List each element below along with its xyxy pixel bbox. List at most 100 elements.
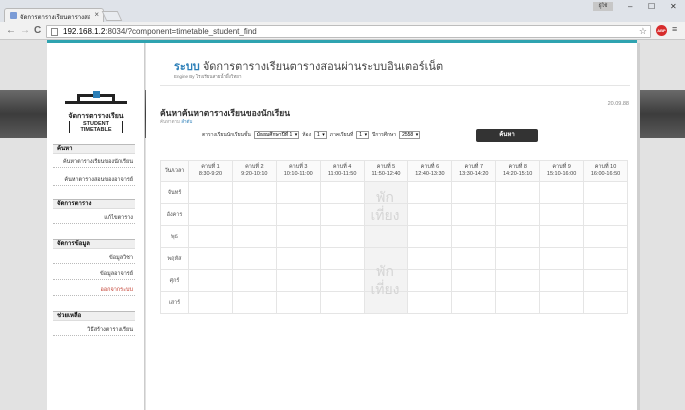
- timetable-cell: [363, 225, 409, 248]
- period-header: คาบที่ 6 12:40-13:30: [407, 160, 453, 182]
- timetable-cell: [407, 291, 453, 314]
- timetable-cell: [231, 269, 277, 292]
- maximize-icon[interactable]: ☐: [648, 2, 655, 11]
- search-button[interactable]: ค้นหา: [476, 129, 538, 142]
- timetable-cell: [275, 269, 321, 292]
- period-header: คาบที่ 3 10:10-11:00: [275, 160, 321, 182]
- timetable-cell: [319, 247, 365, 270]
- term-select[interactable]: 1: [356, 131, 370, 139]
- period-label: คาบที่ 3: [288, 164, 308, 170]
- period-label: คาบที่ 4: [332, 164, 352, 170]
- timetable-cell: [495, 247, 541, 270]
- period-time: 8:30-9:20: [198, 171, 223, 177]
- timetable-cell: [583, 181, 628, 204]
- sidebar-link-subjects[interactable]: ข้อมูลวิชา: [53, 252, 135, 264]
- close-tab-icon[interactable]: ×: [94, 10, 99, 19]
- timetable-cell: [188, 225, 233, 248]
- logo-icon: [65, 91, 127, 104]
- timetable-cell: [451, 247, 497, 270]
- period-label: คาบที่ 10: [594, 164, 617, 170]
- timetable-cell: [407, 247, 453, 270]
- term-label: ภาคเรียนที่: [329, 132, 354, 138]
- content-shadow: [637, 43, 640, 410]
- level-label: ตารางเรียนนักเรียนชั้น: [202, 132, 251, 138]
- period-label: คาบที่ 8: [508, 164, 527, 170]
- period-header: คาบที่ 10 16:00-16:50: [583, 160, 628, 182]
- timetable-cell: [319, 225, 365, 248]
- period-label: คาบที่ 9: [552, 164, 571, 170]
- timetable-cell: [231, 203, 277, 226]
- timetable-cell: [231, 181, 277, 204]
- browser-chrome: จัดการตารางเรียนตารางสอนผ่า × ผู้ใช้ – ☐…: [0, 0, 685, 40]
- adblock-icon[interactable]: ABP: [656, 25, 667, 36]
- room-select[interactable]: 1: [314, 131, 327, 139]
- browser-tab[interactable]: จัดการตารางเรียนตารางสอนผ่า ×: [4, 8, 104, 22]
- day-label: อังคาร: [160, 203, 189, 226]
- timetable-row: พุธ: [160, 225, 628, 248]
- timetable-cell: [275, 247, 321, 270]
- day-label: พุธ: [160, 225, 189, 248]
- period-label: คาบที่ 2: [245, 164, 264, 170]
- year-select[interactable]: 2558: [399, 131, 421, 139]
- user-badge[interactable]: ผู้ใช้: [593, 2, 613, 11]
- day-label: จันทร์: [160, 181, 189, 204]
- timetable-cell: [583, 291, 628, 314]
- day-label: เสาร์: [160, 291, 189, 314]
- year-label: ปีการศึกษา: [372, 132, 397, 138]
- page-icon: [51, 28, 58, 36]
- sidebar: จัดการตารางเรียน STUDENT TIMETABLE ค้นหา…: [47, 43, 145, 410]
- timetable-cell: [451, 181, 497, 204]
- sidebar-link-student-timetable[interactable]: ค้นหาตารางเรียนของนักเรียน: [53, 156, 135, 168]
- bookmark-star-icon[interactable]: ☆: [639, 26, 647, 37]
- main-content: ระบบ จัดการตารางเรียนตารางสอนผ่านระบบอิน…: [146, 43, 637, 410]
- close-window-icon[interactable]: ✕: [670, 2, 677, 11]
- forward-icon[interactable]: →: [20, 25, 30, 36]
- period-header: คาบที่ 2 9:20-10:10: [231, 160, 277, 182]
- breadcrumb-link[interactable]: ลำดับ: [181, 119, 192, 124]
- timetable-cell: [451, 203, 497, 226]
- sidebar-link-teachers[interactable]: ข้อมูลอาจารย์: [53, 268, 135, 280]
- level-select[interactable]: มัธยมศึกษาปีที่ 1: [253, 131, 300, 139]
- period-time: 13:30-14:20: [459, 171, 489, 177]
- nav-bar: ← → C 192.168.1.2:8034/?component=timeta…: [0, 22, 685, 40]
- lunch-text-lower: พัก เที่ยง: [370, 263, 400, 297]
- timetable-cell: [539, 181, 585, 204]
- address-bar[interactable]: 192.168.1.2:8034/?component=timetable_st…: [46, 25, 651, 38]
- timetable-cell: [407, 203, 453, 226]
- url-text: 192.168.1.2:8034/?component=timetable_st…: [63, 27, 257, 36]
- sidebar-section-manage-table: จัดการตาราง: [53, 199, 135, 209]
- logo-title-en: STUDENT TIMETABLE: [69, 121, 123, 133]
- sidebar-link-edit-table[interactable]: แก้ไขตาราง: [53, 212, 135, 224]
- period-header: คาบที่ 7 13:30-14:20: [451, 160, 497, 182]
- timetable-cell: [275, 181, 321, 204]
- timetable-cell: [583, 225, 628, 248]
- period-time: 12:40-13:30: [415, 171, 445, 177]
- sidebar-link-logout[interactable]: ออกจากระบบ: [53, 284, 135, 296]
- sidebar-link-how-to[interactable]: วิธีสร้างตารางเรียน: [53, 324, 135, 336]
- menu-icon[interactable]: ≡: [672, 24, 677, 34]
- period-time: 15:10-16:00: [546, 171, 577, 177]
- tab-title: จัดการตารางเรียนตารางสอนผ่า: [20, 15, 90, 21]
- timetable-cell: [275, 203, 321, 226]
- timetable-cell: [407, 269, 453, 292]
- timetable-cell: [539, 203, 585, 226]
- timetable-cell: [319, 291, 365, 314]
- timetable-cell: [319, 181, 365, 204]
- new-tab-button[interactable]: [101, 11, 123, 21]
- period-time: 11:00-11:50: [327, 171, 357, 177]
- period-label: คาบที่ 1: [201, 164, 220, 170]
- timetable-cell: [319, 269, 365, 292]
- reload-icon[interactable]: C: [34, 25, 41, 36]
- timetable-cell: [231, 247, 277, 270]
- day-label: ศุกร์: [160, 269, 189, 292]
- period-time: 9:20-10:10: [241, 171, 268, 177]
- sidebar-link-teacher-timetable[interactable]: ค้นหาตารางสอนของอาจารย์: [53, 174, 135, 186]
- minimize-icon[interactable]: –: [628, 2, 632, 11]
- sidebar-section-search: ค้นหา: [53, 144, 135, 154]
- timetable-cell: [188, 247, 233, 270]
- divider: [160, 85, 630, 86]
- date-text: 20.09.88: [607, 101, 629, 107]
- timetable-cell: [451, 291, 497, 314]
- filter-form: ตารางเรียนนักเรียนชั้น มัธยมศึกษาปีที่ 1…: [202, 131, 421, 139]
- back-icon[interactable]: ←: [6, 25, 16, 36]
